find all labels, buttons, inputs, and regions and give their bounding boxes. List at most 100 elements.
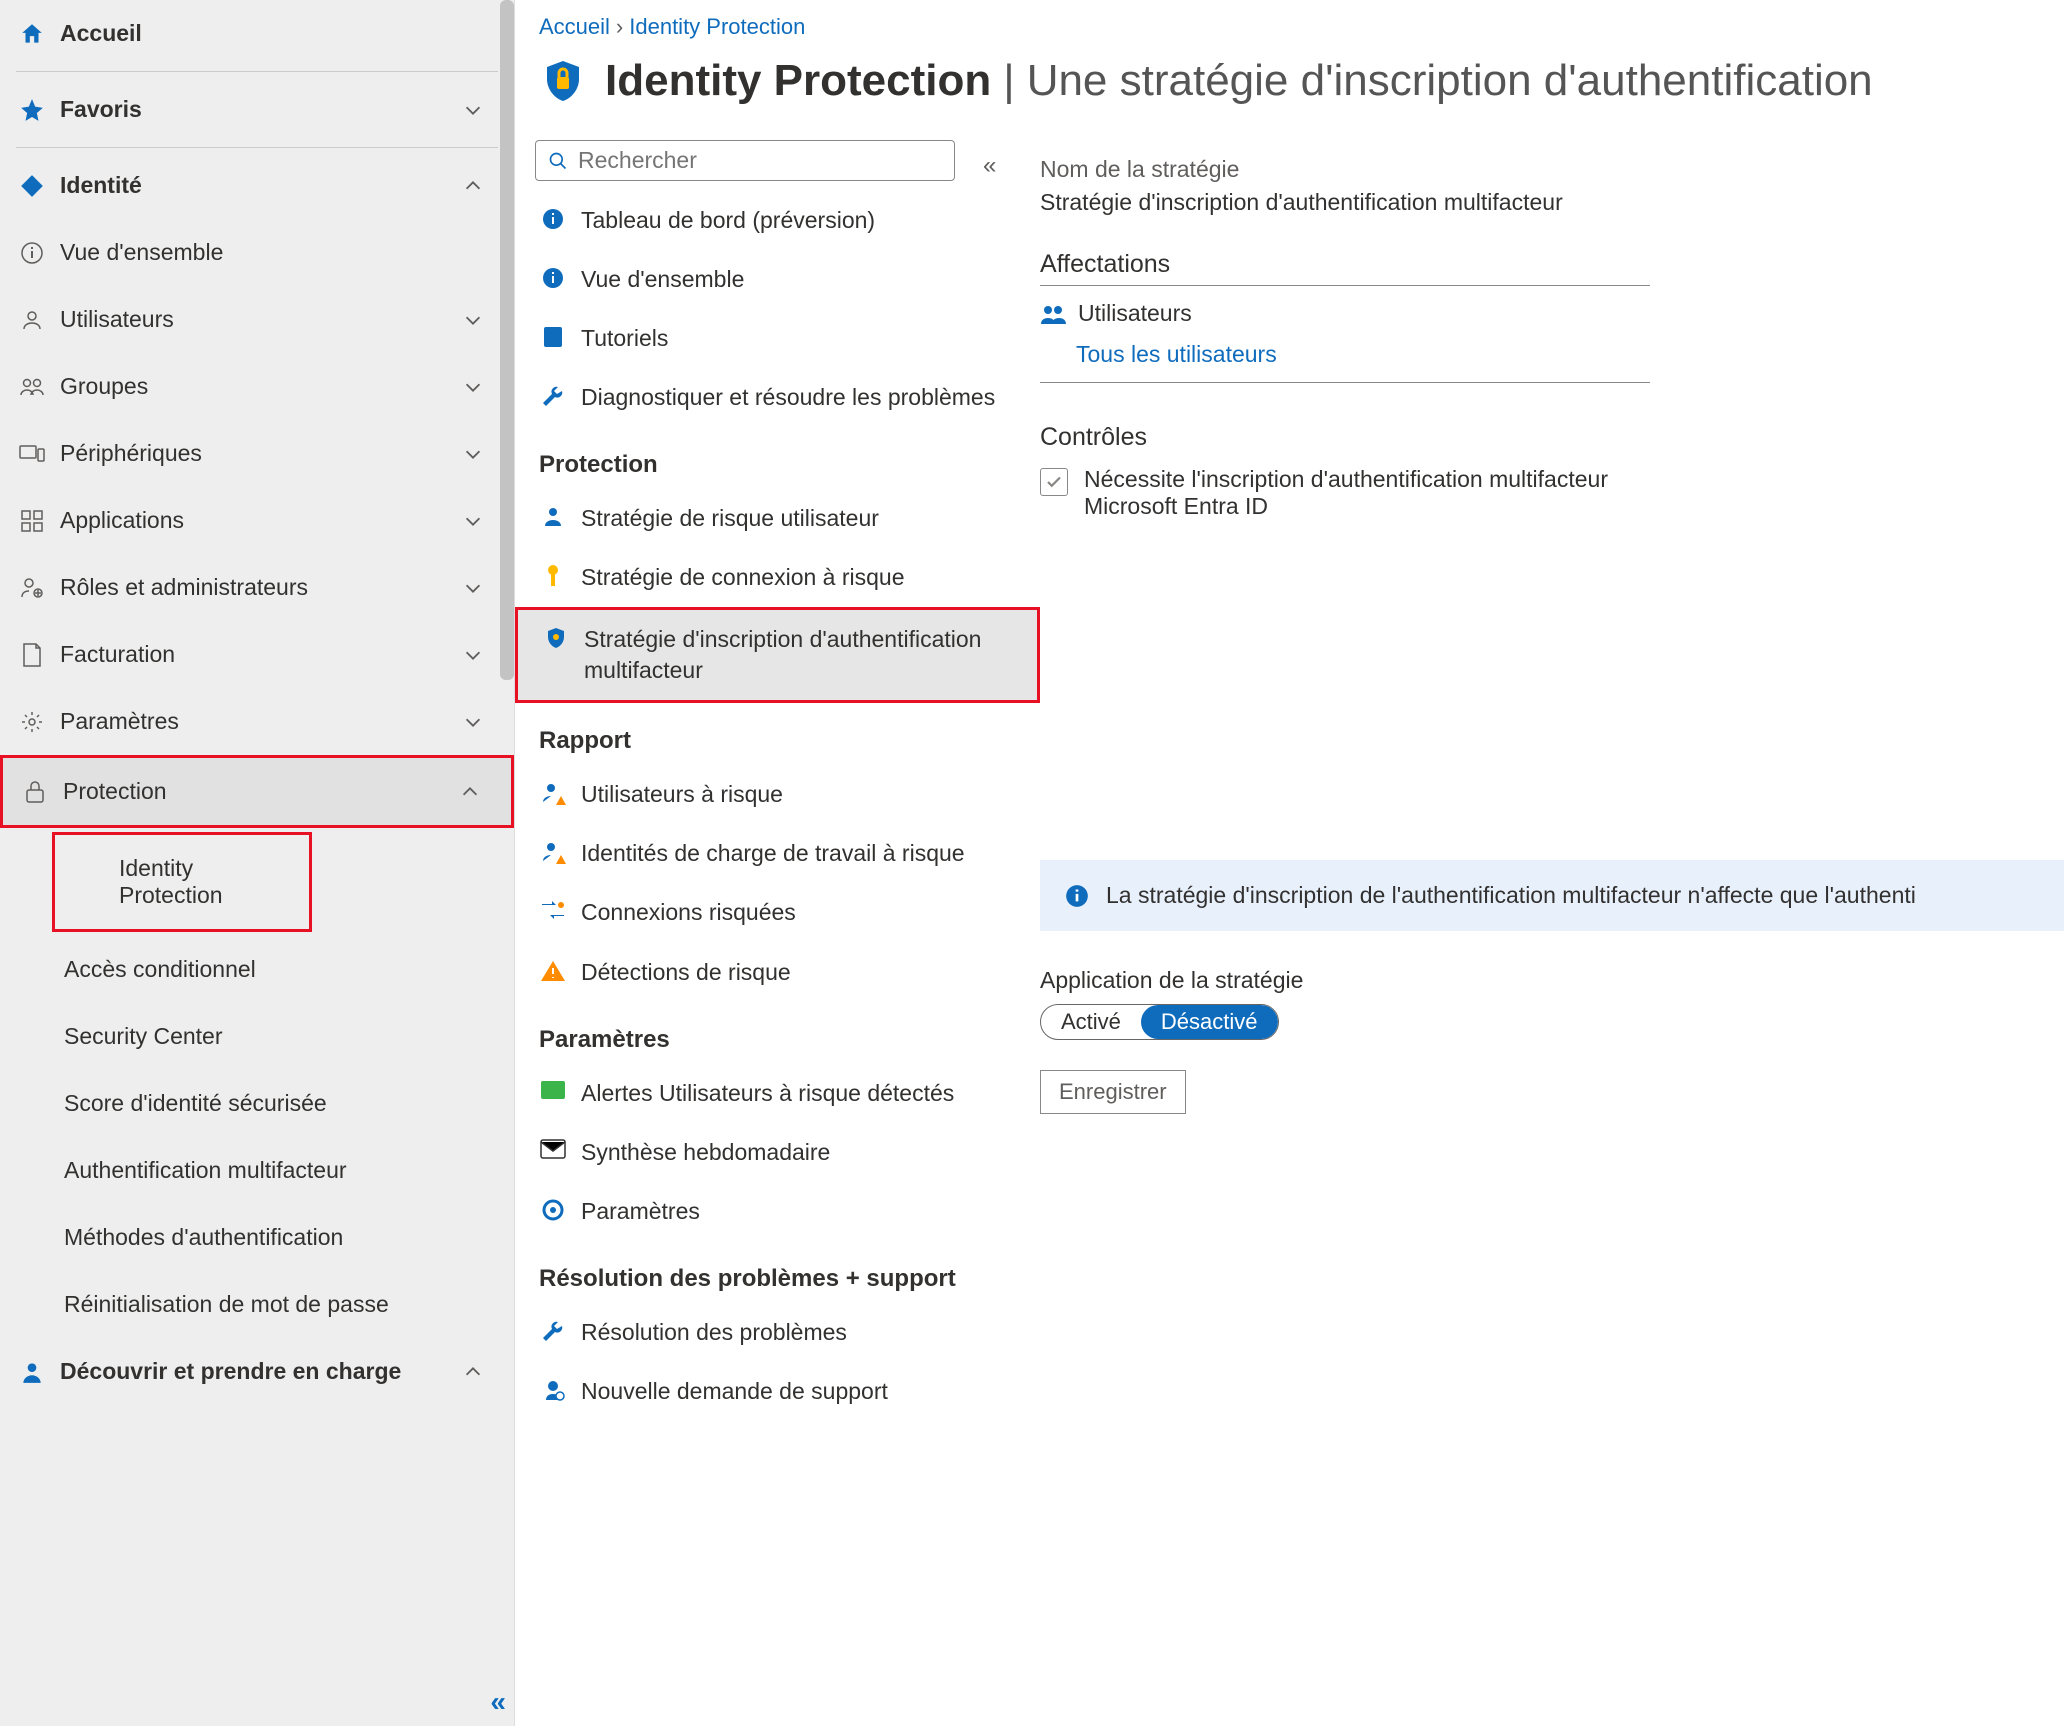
shield-icon <box>539 57 587 105</box>
rm-risk-detections[interactable]: Détections de risque <box>515 943 1040 1002</box>
person-blue-icon <box>539 503 567 529</box>
nav-auth-methods[interactable]: Méthodes d'authentification <box>0 1204 514 1271</box>
rm-risky-workload-label: Identités de charge de travail à risque <box>581 838 1020 869</box>
rm-risky-workload[interactable]: Identités de charge de travail à risque <box>515 824 1040 883</box>
nav-identity[interactable]: Identité <box>0 152 514 219</box>
page-title-row: Identity Protection | Une stratégie d'in… <box>515 46 2064 132</box>
rm-signin-risk-policy-label: Stratégie de connexion à risque <box>581 562 1020 593</box>
gear-blue-icon <box>539 1196 567 1222</box>
support-icon <box>539 1376 567 1402</box>
nav-learn-label: Découvrir et prendre en charge <box>60 1358 401 1385</box>
info-icon <box>10 241 54 265</box>
rm-settings[interactable]: Paramètres <box>515 1182 1040 1241</box>
rm-troubleshoot[interactable]: Résolution des problèmes <box>515 1303 1040 1362</box>
gear-icon <box>10 710 54 734</box>
search-input[interactable] <box>578 147 942 174</box>
rm-alerts[interactable]: Alertes Utilisateurs à risque détectés <box>515 1064 1040 1123</box>
rm-tutorials-label: Tutoriels <box>581 323 1020 354</box>
rm-tutorials[interactable]: Tutoriels <box>515 309 1040 368</box>
nav-protection[interactable]: Protection <box>0 755 514 828</box>
chevron-up-icon <box>459 781 491 803</box>
rm-new-support[interactable]: Nouvelle demande de support <box>515 1362 1040 1421</box>
nav-identity-protection-label: Identity Protection <box>119 855 289 909</box>
rm-signin-risk-policy[interactable]: Stratégie de connexion à risque <box>515 548 1040 607</box>
nav-home[interactable]: Accueil <box>0 0 514 67</box>
rm-dashboard-label: Tableau de bord (préversion) <box>581 205 1020 236</box>
nav-favorites-label: Favoris <box>60 96 142 123</box>
book-icon <box>539 323 567 349</box>
enforce-enabled[interactable]: Activé <box>1041 1005 1141 1039</box>
wrench-icon <box>539 382 567 408</box>
assignments-users-block[interactable]: Utilisateurs Tous les utilisateurs <box>1040 286 1650 383</box>
breadcrumb-sep: › <box>616 14 623 40</box>
chevron-down-icon <box>462 99 494 121</box>
rm-risky-signins[interactable]: Connexions risquées <box>515 883 1040 942</box>
shield-small-icon <box>542 624 570 650</box>
rm-settings-label: Paramètres <box>581 1196 1020 1227</box>
nav-security-center-label: Security Center <box>64 1023 223 1050</box>
policy-name-label: Nom de la stratégie <box>1040 156 2040 183</box>
enforce-toggle[interactable]: Activé Désactivé <box>1040 1004 1279 1040</box>
nav-learn[interactable]: Découvrir et prendre en charge <box>0 1338 514 1405</box>
chevron-down-icon <box>462 644 494 666</box>
nav-auth-methods-label: Méthodes d'authentification <box>64 1224 343 1251</box>
controls-row[interactable]: Nécessite l'inscription d'authentificati… <box>1040 466 1650 520</box>
nav-security-center[interactable]: Security Center <box>0 1003 514 1070</box>
rm-mfa-reg-policy[interactable]: Stratégie d'inscription d'authentificati… <box>515 607 1040 703</box>
nav-overview[interactable]: Vue d'ensemble <box>0 219 514 286</box>
assignments-heading: Affectations <box>1040 250 1650 286</box>
rm-alerts-label: Alertes Utilisateurs à risque détectés <box>581 1078 1020 1109</box>
nav-users[interactable]: Utilisateurs <box>0 286 514 353</box>
nav-devices[interactable]: Périphériques <box>0 420 514 487</box>
rm-weekly-digest[interactable]: Synthèse hebdomadaire <box>515 1123 1040 1182</box>
warning-icon <box>539 957 567 983</box>
breadcrumb-current[interactable]: Identity Protection <box>629 14 805 40</box>
nav-secure-score-label: Score d'identité sécurisée <box>64 1090 327 1117</box>
rm-overview[interactable]: Vue d'ensemble <box>515 250 1040 309</box>
rm-risk-detections-label: Détections de risque <box>581 957 1020 988</box>
nav-groups[interactable]: Groupes <box>0 353 514 420</box>
breadcrumb-home[interactable]: Accueil <box>539 14 610 40</box>
wrench-icon <box>539 1317 567 1343</box>
nav-applications[interactable]: Applications <box>0 487 514 554</box>
card-icon <box>539 1078 567 1100</box>
nav-favorites[interactable]: Favoris <box>0 76 514 143</box>
sidebar-collapse-button[interactable]: « <box>490 1686 500 1718</box>
search-box[interactable] <box>535 140 955 181</box>
enforce-disabled[interactable]: Désactivé <box>1141 1005 1278 1039</box>
save-button[interactable]: Enregistrer <box>1040 1070 1186 1114</box>
key-icon <box>539 562 567 588</box>
nav-home-label: Accueil <box>60 20 142 47</box>
chevron-down-icon <box>462 577 494 599</box>
home-icon <box>10 21 54 47</box>
nav-protection-label: Protection <box>63 778 167 805</box>
nav-conditional-access[interactable]: Accès conditionnel <box>0 936 514 1003</box>
nav-settings[interactable]: Paramètres <box>0 688 514 755</box>
nav-mfa[interactable]: Authentification multifacteur <box>0 1137 514 1204</box>
rm-risky-signins-label: Connexions risquées <box>581 897 1020 928</box>
main-pane: Nom de la stratégie Stratégie d'inscript… <box>1040 132 2064 1726</box>
breadcrumb: Accueil › Identity Protection <box>515 0 2064 46</box>
chevron-down-icon <box>462 510 494 532</box>
rm-user-risk-policy[interactable]: Stratégie de risque utilisateur <box>515 489 1040 548</box>
nav-billing[interactable]: Facturation <box>0 621 514 688</box>
lock-icon <box>13 779 57 805</box>
rm-diagnose[interactable]: Diagnostiquer et résoudre les problèmes <box>515 368 1040 427</box>
nav-identity-label: Identité <box>60 172 142 199</box>
rm-risky-users[interactable]: Utilisateurs à risque <box>515 765 1040 824</box>
rm-risky-users-label: Utilisateurs à risque <box>581 779 1020 810</box>
rm-diagnose-label: Diagnostiquer et résoudre les problèmes <box>581 382 1020 413</box>
rm-dashboard[interactable]: Tableau de bord (préversion) <box>515 191 1040 250</box>
devices-icon <box>10 443 54 465</box>
nav-billing-label: Facturation <box>60 641 175 668</box>
checkbox-checked-icon[interactable] <box>1040 468 1068 496</box>
resmenu-collapse-button[interactable]: « <box>983 152 996 180</box>
mail-icon <box>539 1137 567 1159</box>
nav-identity-protection[interactable]: Identity Protection <box>52 832 312 932</box>
nav-secure-score[interactable]: Score d'identité sécurisée <box>0 1070 514 1137</box>
nav-pwd-reset[interactable]: Réinitialisation de mot de passe <box>0 1271 514 1338</box>
chevron-down-icon <box>462 443 494 465</box>
nav-roles[interactable]: Rôles et administrateurs <box>0 554 514 621</box>
swap-icon <box>539 897 567 921</box>
assignments-users-value[interactable]: Tous les utilisateurs <box>1040 341 1650 382</box>
